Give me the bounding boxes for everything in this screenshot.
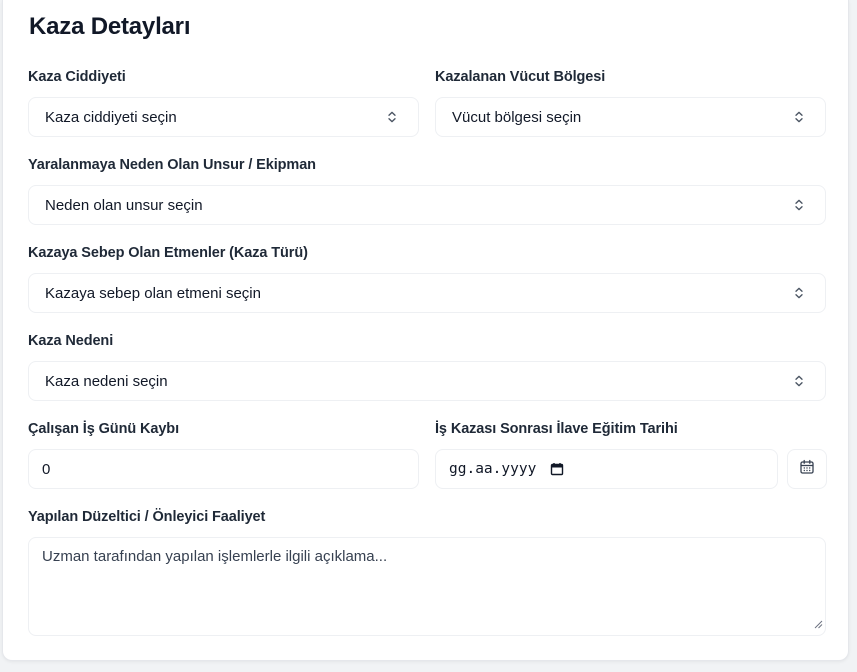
accident-type-select[interactable]: Kazaya sebep olan etmeni seçin — [28, 273, 826, 313]
calendar-picker-icon[interactable] — [550, 462, 564, 476]
cause-item-select[interactable]: Neden olan unsur seçin — [28, 185, 826, 225]
accident-reason-select[interactable]: Kaza nedeni seçin — [28, 361, 826, 401]
chevron-up-down-icon — [787, 105, 811, 129]
training-date-placeholder: gg.aa.yyyy — [449, 461, 537, 477]
corrective-action-label: Yapılan Düzeltici / Önleyici Faaliyet — [28, 509, 266, 525]
chevron-up-down-icon — [787, 281, 811, 305]
section-title: Kaza Detayları — [29, 13, 191, 40]
severity-select[interactable]: Kaza ciddiyeti seçin — [28, 97, 419, 137]
body-part-label: Kazalanan Vücut Bölgesi — [435, 69, 606, 85]
accident-type-select-value: Kazaya sebep olan etmeni seçin — [45, 284, 261, 302]
training-date-label: İş Kazası Sonrası İlave Eğitim Tarihi — [435, 421, 678, 437]
lost-days-input[interactable]: 0 — [28, 449, 419, 489]
calendar-icon — [799, 459, 815, 480]
resize-handle-icon[interactable] — [814, 616, 823, 633]
corrective-action-textarea[interactable]: Uzman tarafından yapılan işlemlerle ilgi… — [28, 537, 826, 636]
cause-item-label: Yaralanmaya Neden Olan Unsur / Ekipman — [28, 157, 316, 173]
corrective-action-placeholder: Uzman tarafından yapılan işlemlerle ilgi… — [42, 548, 388, 565]
accident-reason-label: Kaza Nedeni — [28, 333, 114, 349]
calendar-button[interactable] — [787, 449, 827, 489]
accident-reason-select-value: Kaza nedeni seçin — [45, 372, 168, 390]
accident-details-card: Kaza Detayları Kaza Ciddiyeti Kaza ciddi… — [2, 0, 849, 661]
cause-item-select-value: Neden olan unsur seçin — [45, 196, 203, 214]
severity-label: Kaza Ciddiyeti — [28, 69, 126, 85]
accident-type-label: Kazaya Sebep Olan Etmenler (Kaza Türü) — [28, 245, 308, 261]
severity-select-value: Kaza ciddiyeti seçin — [45, 108, 177, 126]
chevron-up-down-icon — [380, 105, 404, 129]
body-part-select-value: Vücut bölgesi seçin — [452, 108, 582, 126]
chevron-up-down-icon — [787, 369, 811, 393]
body-part-select[interactable]: Vücut bölgesi seçin — [435, 97, 826, 137]
lost-days-value: 0 — [42, 460, 51, 478]
lost-days-label: Çalışan İş Günü Kaybı — [28, 421, 179, 437]
training-date-input[interactable]: gg.aa.yyyy — [435, 449, 778, 489]
chevron-up-down-icon — [787, 193, 811, 217]
